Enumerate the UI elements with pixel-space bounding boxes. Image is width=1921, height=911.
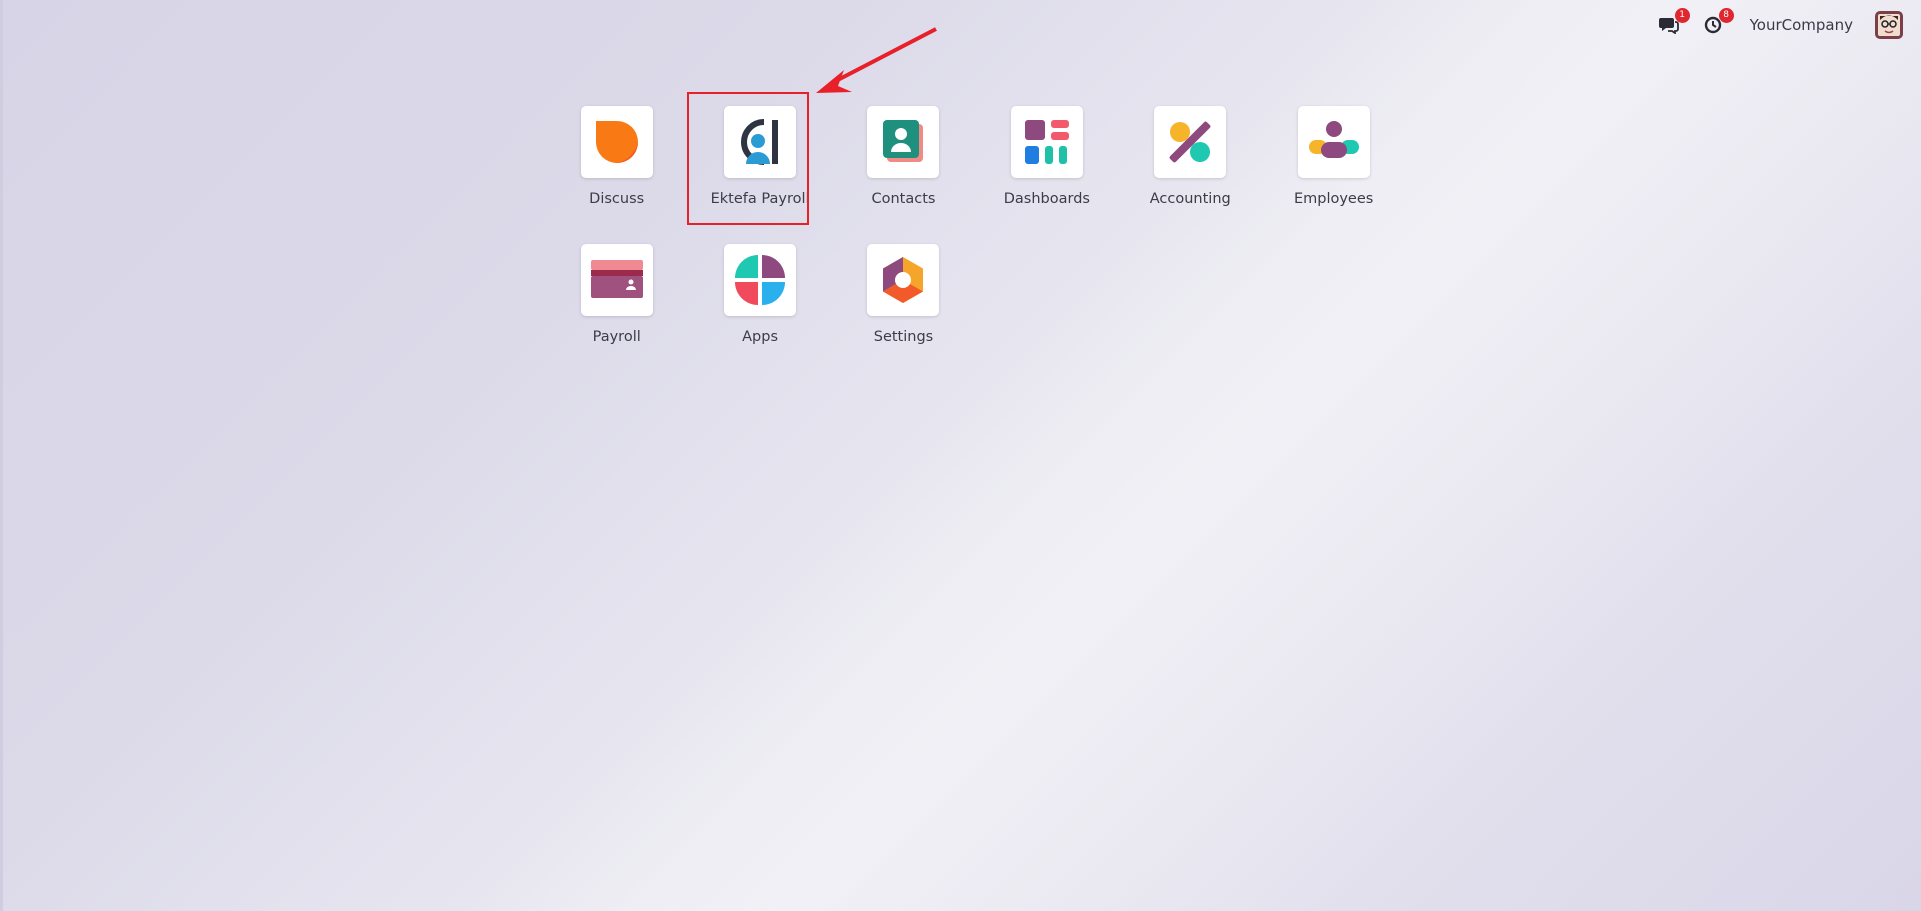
app-label: Apps [742,329,779,345]
app-icon-box [867,106,940,178]
app-accounting[interactable]: Accounting [1119,106,1262,244]
systray: 1 8 YourCompany [1658,8,1903,40]
app-icon-box [580,244,653,316]
app-label: Employees [1293,191,1374,207]
avatar-icon [1875,11,1903,39]
app-icon-box [1010,106,1083,178]
employees-icon [1308,121,1359,158]
app-label: Settings [873,329,934,345]
left-edge [0,0,3,911]
app-dashboards[interactable]: Dashboards [975,106,1118,244]
app-apps[interactable]: Apps [688,244,831,382]
app-label: Payroll [592,329,641,345]
app-icon-box [1154,106,1227,178]
annotation-arrow-icon [816,27,937,93]
payroll-icon [590,260,643,298]
chat-button[interactable]: 1 [1658,8,1690,36]
dashboards-icon [1024,120,1069,164]
app-label: Ektefa Payroll [710,191,810,207]
app-payroll[interactable]: Payroll [545,244,688,382]
chat-badge: 1 [1674,8,1690,23]
app-icon-box [724,106,797,178]
app-label: Discuss [589,191,645,207]
app-icon-box [867,244,940,316]
app-contacts[interactable]: Contacts [832,106,975,244]
app-discuss[interactable]: Discuss [545,106,688,244]
accounting-icon [1169,121,1211,163]
company-switcher[interactable]: YourCompany [1750,16,1853,34]
app-ektefa-payroll[interactable]: Ektefa Payroll [688,106,831,244]
app-label: Dashboards [1003,191,1090,207]
settings-icon [883,257,924,303]
activity-badge: 8 [1718,8,1734,23]
contacts-icon [883,120,924,162]
activity-button[interactable]: 8 [1702,8,1734,36]
app-icon-box [1297,106,1370,178]
apps-icon [735,255,786,305]
app-label: Contacts [871,191,936,207]
user-avatar[interactable] [1875,11,1903,39]
discuss-icon [595,121,638,164]
ektefa-payroll-icon [741,119,779,165]
app-icon-box [724,244,797,316]
app-icon-box [580,106,653,178]
app-employees[interactable]: Employees [1262,106,1405,244]
app-grid: Discuss Ektefa Payroll Contacts Dashboar… [545,106,1405,382]
app-label: Accounting [1149,191,1231,207]
app-settings[interactable]: Settings [832,244,975,382]
